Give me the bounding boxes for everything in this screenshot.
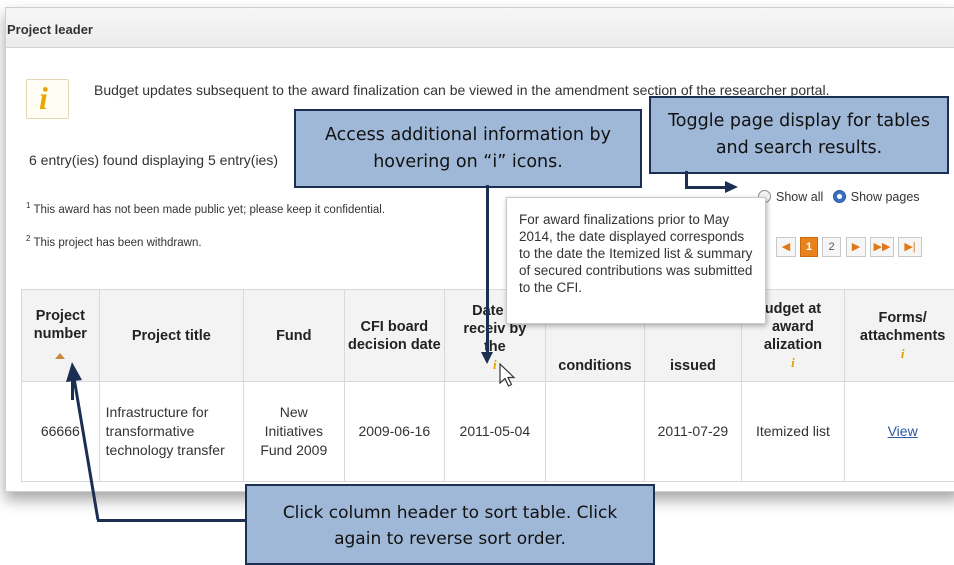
footnote-1: 1 This award has not been made public ye… (26, 201, 385, 216)
last-pages-icon[interactable]: ▶▶ (870, 237, 894, 257)
info-tooltip: For award finalizations prior to May 201… (506, 197, 766, 324)
info-icons-callout: Access additional information by hoverin… (294, 109, 642, 188)
cell-date-received: 2011-05-04 (445, 382, 546, 482)
cell-budget: Itemized list (741, 382, 845, 482)
info-hover-icon[interactable]: i (845, 345, 954, 363)
last-page-icon[interactable]: ▶| (898, 237, 922, 257)
next-page-icon[interactable]: ▶ (846, 237, 866, 257)
panel-header: Project leader (6, 8, 954, 48)
display-toggle: Show all Show pages (758, 190, 920, 204)
callout-arrowhead (481, 352, 493, 364)
callout-arrow (486, 185, 489, 357)
header-fund[interactable]: Fund (244, 290, 345, 382)
project-leader-panel: Project leader i Budget updates subseque… (5, 7, 954, 492)
panel-title: Project leader (7, 22, 93, 37)
callout-arrowhead (725, 181, 738, 193)
show-all-label[interactable]: Show all (776, 190, 823, 204)
page-2-button[interactable]: 2 (822, 237, 841, 257)
cell-fund: New Initiatives Fund 2009 (244, 382, 345, 482)
page-1-button[interactable]: 1 (800, 237, 818, 257)
view-link[interactable]: View (888, 423, 918, 439)
toggle-callout: Toggle page display for tables and searc… (649, 96, 949, 174)
show-pages-radio[interactable] (833, 190, 846, 203)
header-cfi-board-decision-date[interactable]: CFI board decision date (344, 290, 444, 382)
cell-cfi-board-date: 2009-06-16 (344, 382, 444, 482)
cell-issued: 2011-07-29 (645, 382, 741, 482)
info-icon: i (26, 79, 69, 119)
header-forms[interactable]: Forms/ attachments i (845, 290, 954, 382)
table-row: 66666 Infrastructure for transformative … (22, 382, 954, 482)
info-hover-icon[interactable]: i (742, 354, 845, 372)
prev-page-icon[interactable]: ◀ (776, 237, 796, 257)
callout-arrow (685, 186, 727, 189)
show-pages-label[interactable]: Show pages (851, 190, 920, 204)
sort-callout: Click column header to sort table. Click… (245, 484, 655, 565)
cell-forms: View (845, 382, 954, 482)
cell-project-title: Infrastructure for transformative techno… (99, 382, 243, 482)
sort-arrow-line (60, 360, 105, 525)
mouse-pointer-icon (498, 363, 518, 389)
header-project-title[interactable]: Project title (99, 290, 243, 382)
sort-ascending-icon (55, 353, 65, 359)
cell-conditions (545, 382, 645, 482)
info-hover-icon[interactable]: i (445, 356, 545, 374)
entries-count: 6 entry(ies) found displaying 5 entry(ie… (29, 152, 278, 168)
callout-arrow (97, 519, 247, 522)
footnote-2: 2 This project has been withdrawn. (26, 234, 202, 249)
